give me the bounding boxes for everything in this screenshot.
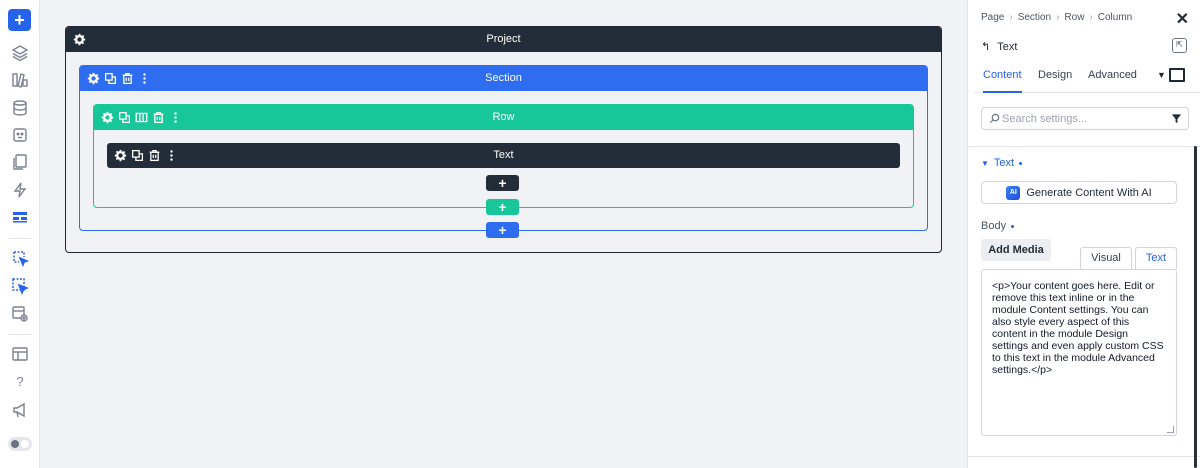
module-label: Text (493, 149, 514, 161)
scrollbar[interactable] (1194, 146, 1197, 468)
editor-content: <p>Your content goes here. Edit or remov… (992, 280, 1164, 376)
tab-advanced[interactable]: Advanced (1088, 62, 1137, 93)
back-icon[interactable]: ↰ (981, 40, 990, 53)
breadcrumb-page[interactable]: Page (981, 12, 1004, 23)
row-label: Row (492, 111, 515, 123)
gear-icon[interactable] (87, 72, 100, 85)
add-module-button[interactable]: + (486, 175, 519, 191)
row-actions (101, 105, 182, 130)
row-bar[interactable]: Row (94, 105, 913, 130)
tab-design[interactable]: Design (1038, 62, 1072, 93)
breadcrumb-column[interactable]: Column (1098, 12, 1132, 23)
settings-layout-icon[interactable] (11, 305, 29, 323)
panel-divider (968, 456, 1200, 457)
pages-icon[interactable] (11, 153, 29, 171)
gear-icon[interactable] (101, 111, 114, 124)
breadcrumb-section[interactable]: Section (1018, 12, 1051, 23)
project-bar[interactable]: Project (66, 27, 941, 52)
generate-ai-button[interactable]: AI Generate Content With AI (981, 181, 1177, 204)
duplicate-icon[interactable] (131, 149, 144, 162)
search-settings (981, 107, 1189, 130)
group-title: Text (993, 157, 1015, 169)
body-label: Body (981, 220, 1015, 232)
section-actions (87, 66, 151, 91)
gear-icon[interactable] (114, 149, 127, 162)
body-label-text: Body (981, 220, 1007, 232)
columns-icon[interactable] (135, 111, 148, 124)
section-bar[interactable]: Section (80, 66, 927, 91)
add-media-button[interactable]: Add Media (981, 239, 1051, 261)
text-module[interactable]: Text (107, 143, 900, 168)
layers-icon[interactable] (11, 44, 29, 62)
text-group-toggle[interactable]: ▼ Text (981, 157, 1023, 169)
more-icon[interactable] (169, 111, 182, 124)
trash-icon[interactable] (152, 111, 165, 124)
gear-icon[interactable] (73, 33, 86, 46)
editor-tab-visual[interactable]: Visual (1080, 247, 1132, 269)
trash-icon[interactable] (148, 149, 161, 162)
preview-toggle-icon[interactable] (1169, 68, 1185, 82)
module-header: ↰ Text (981, 40, 1018, 54)
search-input[interactable] (1002, 111, 1162, 127)
module-actions (114, 143, 178, 168)
breadcrumb-separator: › (1089, 12, 1093, 23)
megaphone-icon[interactable] (11, 401, 29, 419)
duplicate-icon[interactable] (118, 111, 131, 124)
ai-face-icon[interactable] (11, 126, 29, 144)
database-icon[interactable] (11, 99, 29, 117)
breadcrumb: Page › Section › Row › Column (981, 12, 1132, 23)
search-icon (989, 113, 1000, 124)
select-cursor-icon[interactable] (11, 277, 29, 295)
body-textarea[interactable]: <p>Your content goes here. Edit or remov… (981, 269, 1177, 436)
editor-tab-text[interactable]: Text (1135, 247, 1177, 269)
settings-panel: Page › Section › Row › Column ✕ ↰ Text ⇱… (967, 0, 1200, 468)
close-icon[interactable]: ✕ (1176, 9, 1189, 29)
add-row-button[interactable]: + (486, 199, 519, 215)
tab-content[interactable]: Content (983, 62, 1022, 93)
ai-icon: AI (1006, 185, 1021, 200)
toolbar-divider (9, 238, 31, 239)
breadcrumb-separator: › (1056, 12, 1060, 23)
settings-tabs: Content Design Advanced ▼ (974, 62, 1200, 93)
add-button[interactable]: + (8, 9, 31, 31)
window-icon[interactable] (11, 345, 29, 363)
project-container[interactable]: Project Section Row Text + + + (65, 26, 942, 253)
section-label: Section (485, 72, 522, 84)
help-icon[interactable]: ? (11, 374, 29, 389)
generate-ai-label: Generate Content With AI (1026, 186, 1152, 199)
modified-dot (1019, 161, 1023, 165)
modified-dot (1011, 224, 1015, 228)
library-icon[interactable] (11, 71, 29, 89)
row-container[interactable]: Row Text + (93, 104, 914, 208)
module-title: Text (997, 40, 1018, 53)
section-container[interactable]: Section Row Text + + (79, 65, 928, 231)
resize-handle[interactable] (1167, 426, 1174, 433)
breadcrumb-row[interactable]: Row (1064, 12, 1084, 23)
tabs-dropdown-icon[interactable]: ▼ (1157, 70, 1166, 80)
bolt-icon[interactable] (11, 181, 29, 199)
expand-panel-icon[interactable]: ⇱ (1172, 38, 1187, 53)
project-actions (73, 27, 86, 52)
toggle-knob-dark (11, 440, 19, 448)
add-section-button[interactable]: + (486, 222, 519, 238)
project-label: Project (486, 33, 521, 45)
trash-icon[interactable] (121, 72, 134, 85)
left-toolbar: + ? (0, 0, 40, 468)
select-element-icon[interactable] (11, 249, 29, 267)
theme-toggle[interactable] (8, 437, 32, 451)
toggle-knob-light (21, 440, 29, 448)
caret-down-icon: ▼ (981, 158, 989, 168)
filter-icon[interactable] (1171, 113, 1182, 124)
breadcrumb-separator: › (1009, 12, 1013, 23)
duplicate-icon[interactable] (104, 72, 117, 85)
more-icon[interactable] (165, 149, 178, 162)
more-icon[interactable] (138, 72, 151, 85)
panel-divider (968, 146, 1200, 147)
toolbar-divider (9, 334, 31, 335)
layout-icon[interactable] (11, 208, 29, 226)
